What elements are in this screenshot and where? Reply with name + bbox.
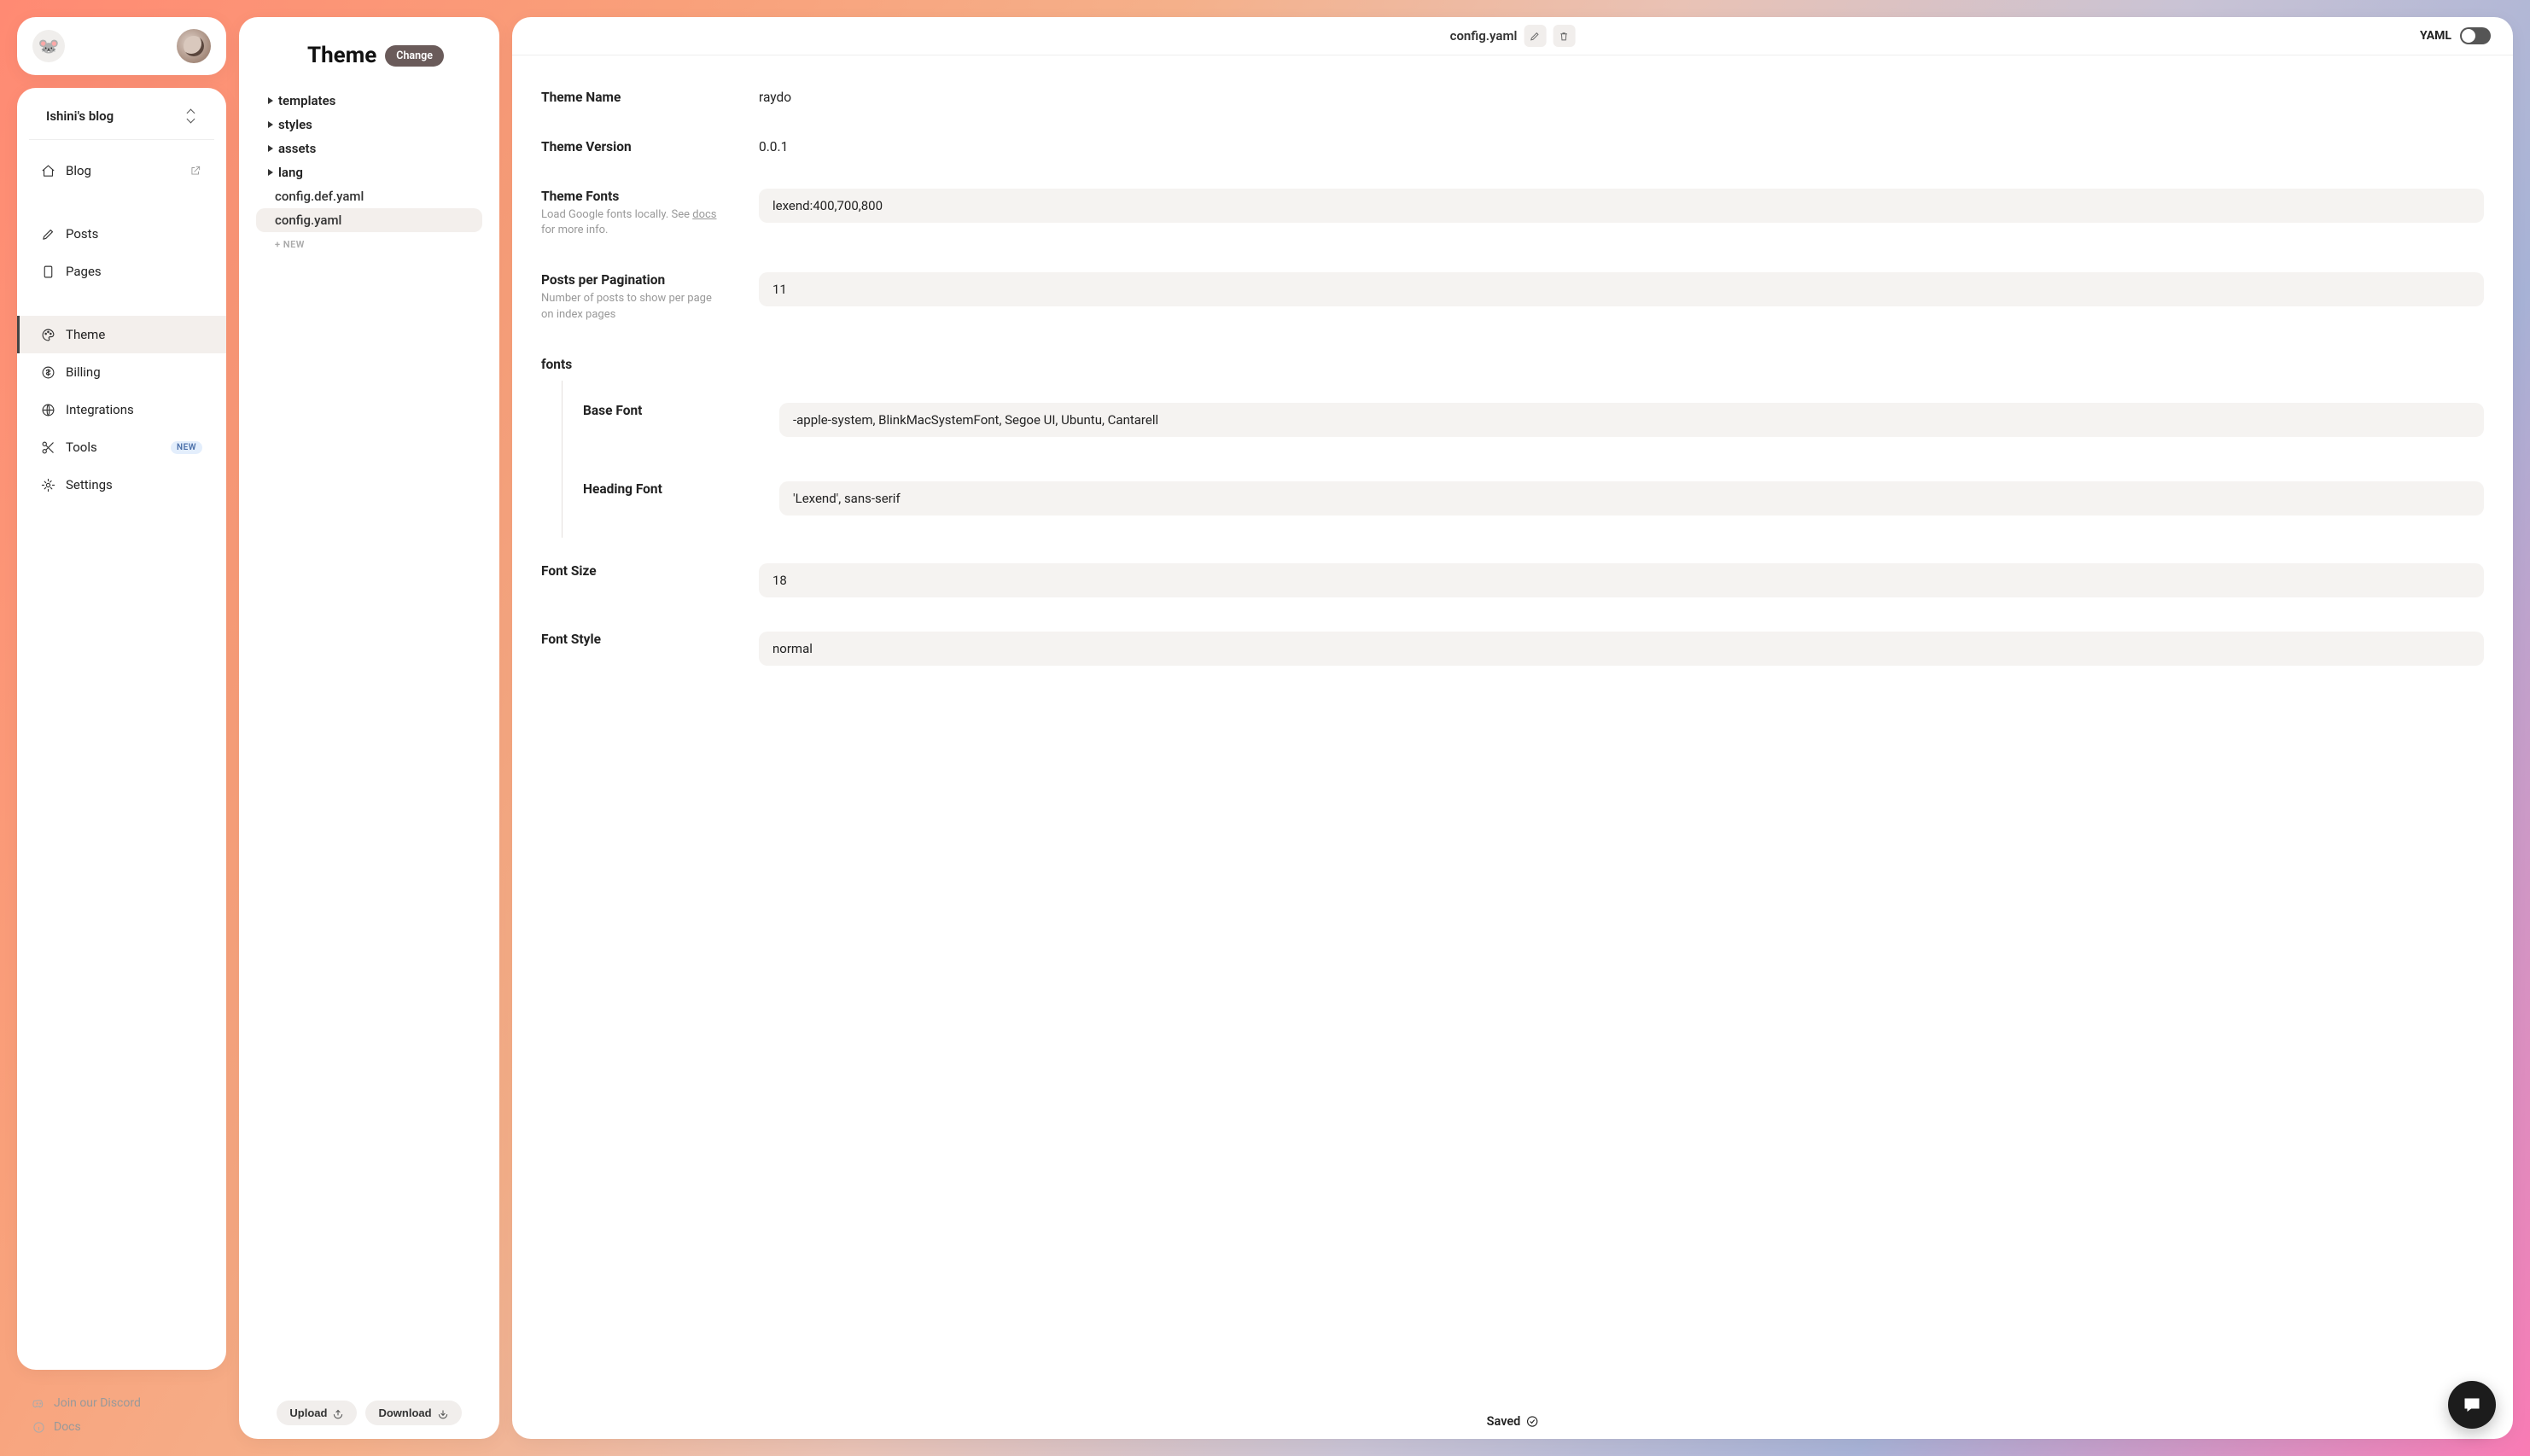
check-circle-icon <box>1525 1415 1538 1428</box>
label-font-style: Font Style <box>541 632 759 647</box>
folder-styles[interactable]: styles <box>256 113 482 137</box>
label-theme-fonts: Theme Fonts <box>541 189 759 204</box>
input-heading-font[interactable] <box>779 481 2484 515</box>
file-config-def[interactable]: config.def.yaml <box>256 184 482 208</box>
delete-button[interactable] <box>1553 25 1575 47</box>
discord-icon <box>32 1397 45 1410</box>
editor-filename: config.yaml <box>1450 28 1518 44</box>
download-icon <box>437 1407 449 1419</box>
file-config[interactable]: config.yaml <box>256 208 482 232</box>
value-theme-version: 0.0.1 <box>759 139 2484 154</box>
download-button[interactable]: Download <box>365 1401 461 1425</box>
caret-right-icon <box>268 97 273 104</box>
label-heading-font: Heading Font <box>583 481 779 497</box>
trash-icon <box>1559 31 1570 42</box>
avatar[interactable] <box>177 29 211 63</box>
gear-icon <box>41 478 55 492</box>
new-file-button[interactable]: + NEW <box>256 232 482 257</box>
chat-fab[interactable] <box>2448 1381 2496 1429</box>
label-pagination: Posts per Pagination <box>541 272 759 288</box>
desc-theme-fonts: Load Google fonts locally. See docs for … <box>541 207 720 238</box>
external-link-icon <box>188 164 202 178</box>
label-theme-name: Theme Name <box>541 90 759 105</box>
nav-billing[interactable]: Billing <box>17 353 226 391</box>
section-fonts: fonts <box>541 340 2484 381</box>
docs-link[interactable]: docs <box>692 208 716 221</box>
value-theme-name: raydo <box>759 90 2484 105</box>
info-icon <box>32 1421 45 1434</box>
label-font-size: Font Size <box>541 563 759 579</box>
file-tree: templates styles assets lang config.def.… <box>239 85 499 1387</box>
footer-docs[interactable]: Docs <box>32 1415 211 1439</box>
folder-templates[interactable]: templates <box>256 89 482 113</box>
pencil-icon <box>41 227 55 242</box>
yaml-toggle[interactable] <box>2460 27 2491 44</box>
home-icon <box>41 164 55 178</box>
caret-right-icon <box>268 145 273 152</box>
caret-right-icon <box>268 169 273 176</box>
chevron-updown-icon <box>185 110 197 122</box>
globe-icon <box>41 403 55 417</box>
folder-lang[interactable]: lang <box>256 160 482 184</box>
input-base-font[interactable] <box>779 403 2484 437</box>
nav-posts[interactable]: Posts <box>17 215 226 253</box>
desc-pagination: Number of posts to show per page on inde… <box>541 291 720 322</box>
nav-settings[interactable]: Settings <box>17 466 226 504</box>
label-theme-version: Theme Version <box>541 139 759 154</box>
new-badge: NEW <box>171 441 202 454</box>
upload-icon <box>332 1407 344 1419</box>
rename-button[interactable] <box>1524 25 1546 47</box>
mode-label: YAML <box>2420 29 2451 43</box>
editor-header: config.yaml YAML <box>512 17 2513 55</box>
input-font-style[interactable] <box>759 632 2484 666</box>
nav-pages[interactable]: Pages <box>17 253 226 290</box>
sidebar-footer: Join our Discord Docs <box>17 1383 226 1439</box>
saved-toast: Saved <box>1487 1414 1539 1429</box>
app-logo[interactable]: 🐭 <box>32 30 65 62</box>
change-theme-button[interactable]: Change <box>385 45 444 67</box>
caret-right-icon <box>268 121 273 128</box>
site-selector[interactable]: Ishini's blog <box>29 103 214 140</box>
nav-blog[interactable]: Blog <box>17 152 226 189</box>
folder-assets[interactable]: assets <box>256 137 482 160</box>
nav-integrations[interactable]: Integrations <box>17 391 226 428</box>
label-base-font: Base Font <box>583 403 779 418</box>
sidebar-top-card: 🐭 <box>17 17 226 75</box>
input-theme-fonts[interactable] <box>759 189 2484 223</box>
site-name: Ishini's blog <box>46 108 114 124</box>
dollar-icon <box>41 365 55 380</box>
input-font-size[interactable] <box>759 563 2484 597</box>
file-tree-panel: Theme Change templates styles assets lan… <box>239 17 499 1439</box>
sidebar-nav: Ishini's blog Blog Posts <box>17 88 226 1370</box>
tree-title: Theme <box>307 43 376 68</box>
page-icon <box>41 265 55 279</box>
input-pagination[interactable] <box>759 272 2484 306</box>
pencil-icon <box>1530 31 1541 42</box>
footer-discord[interactable]: Join our Discord <box>32 1391 211 1415</box>
nav-tools[interactable]: Tools NEW <box>17 428 226 466</box>
scissors-icon <box>41 440 55 455</box>
nav-theme[interactable]: Theme <box>17 316 226 353</box>
palette-icon <box>41 328 55 342</box>
upload-button[interactable]: Upload <box>277 1401 357 1425</box>
chat-icon <box>2462 1395 2482 1415</box>
editor-panel: config.yaml YAML Theme Name raydo Theme … <box>512 17 2513 1439</box>
